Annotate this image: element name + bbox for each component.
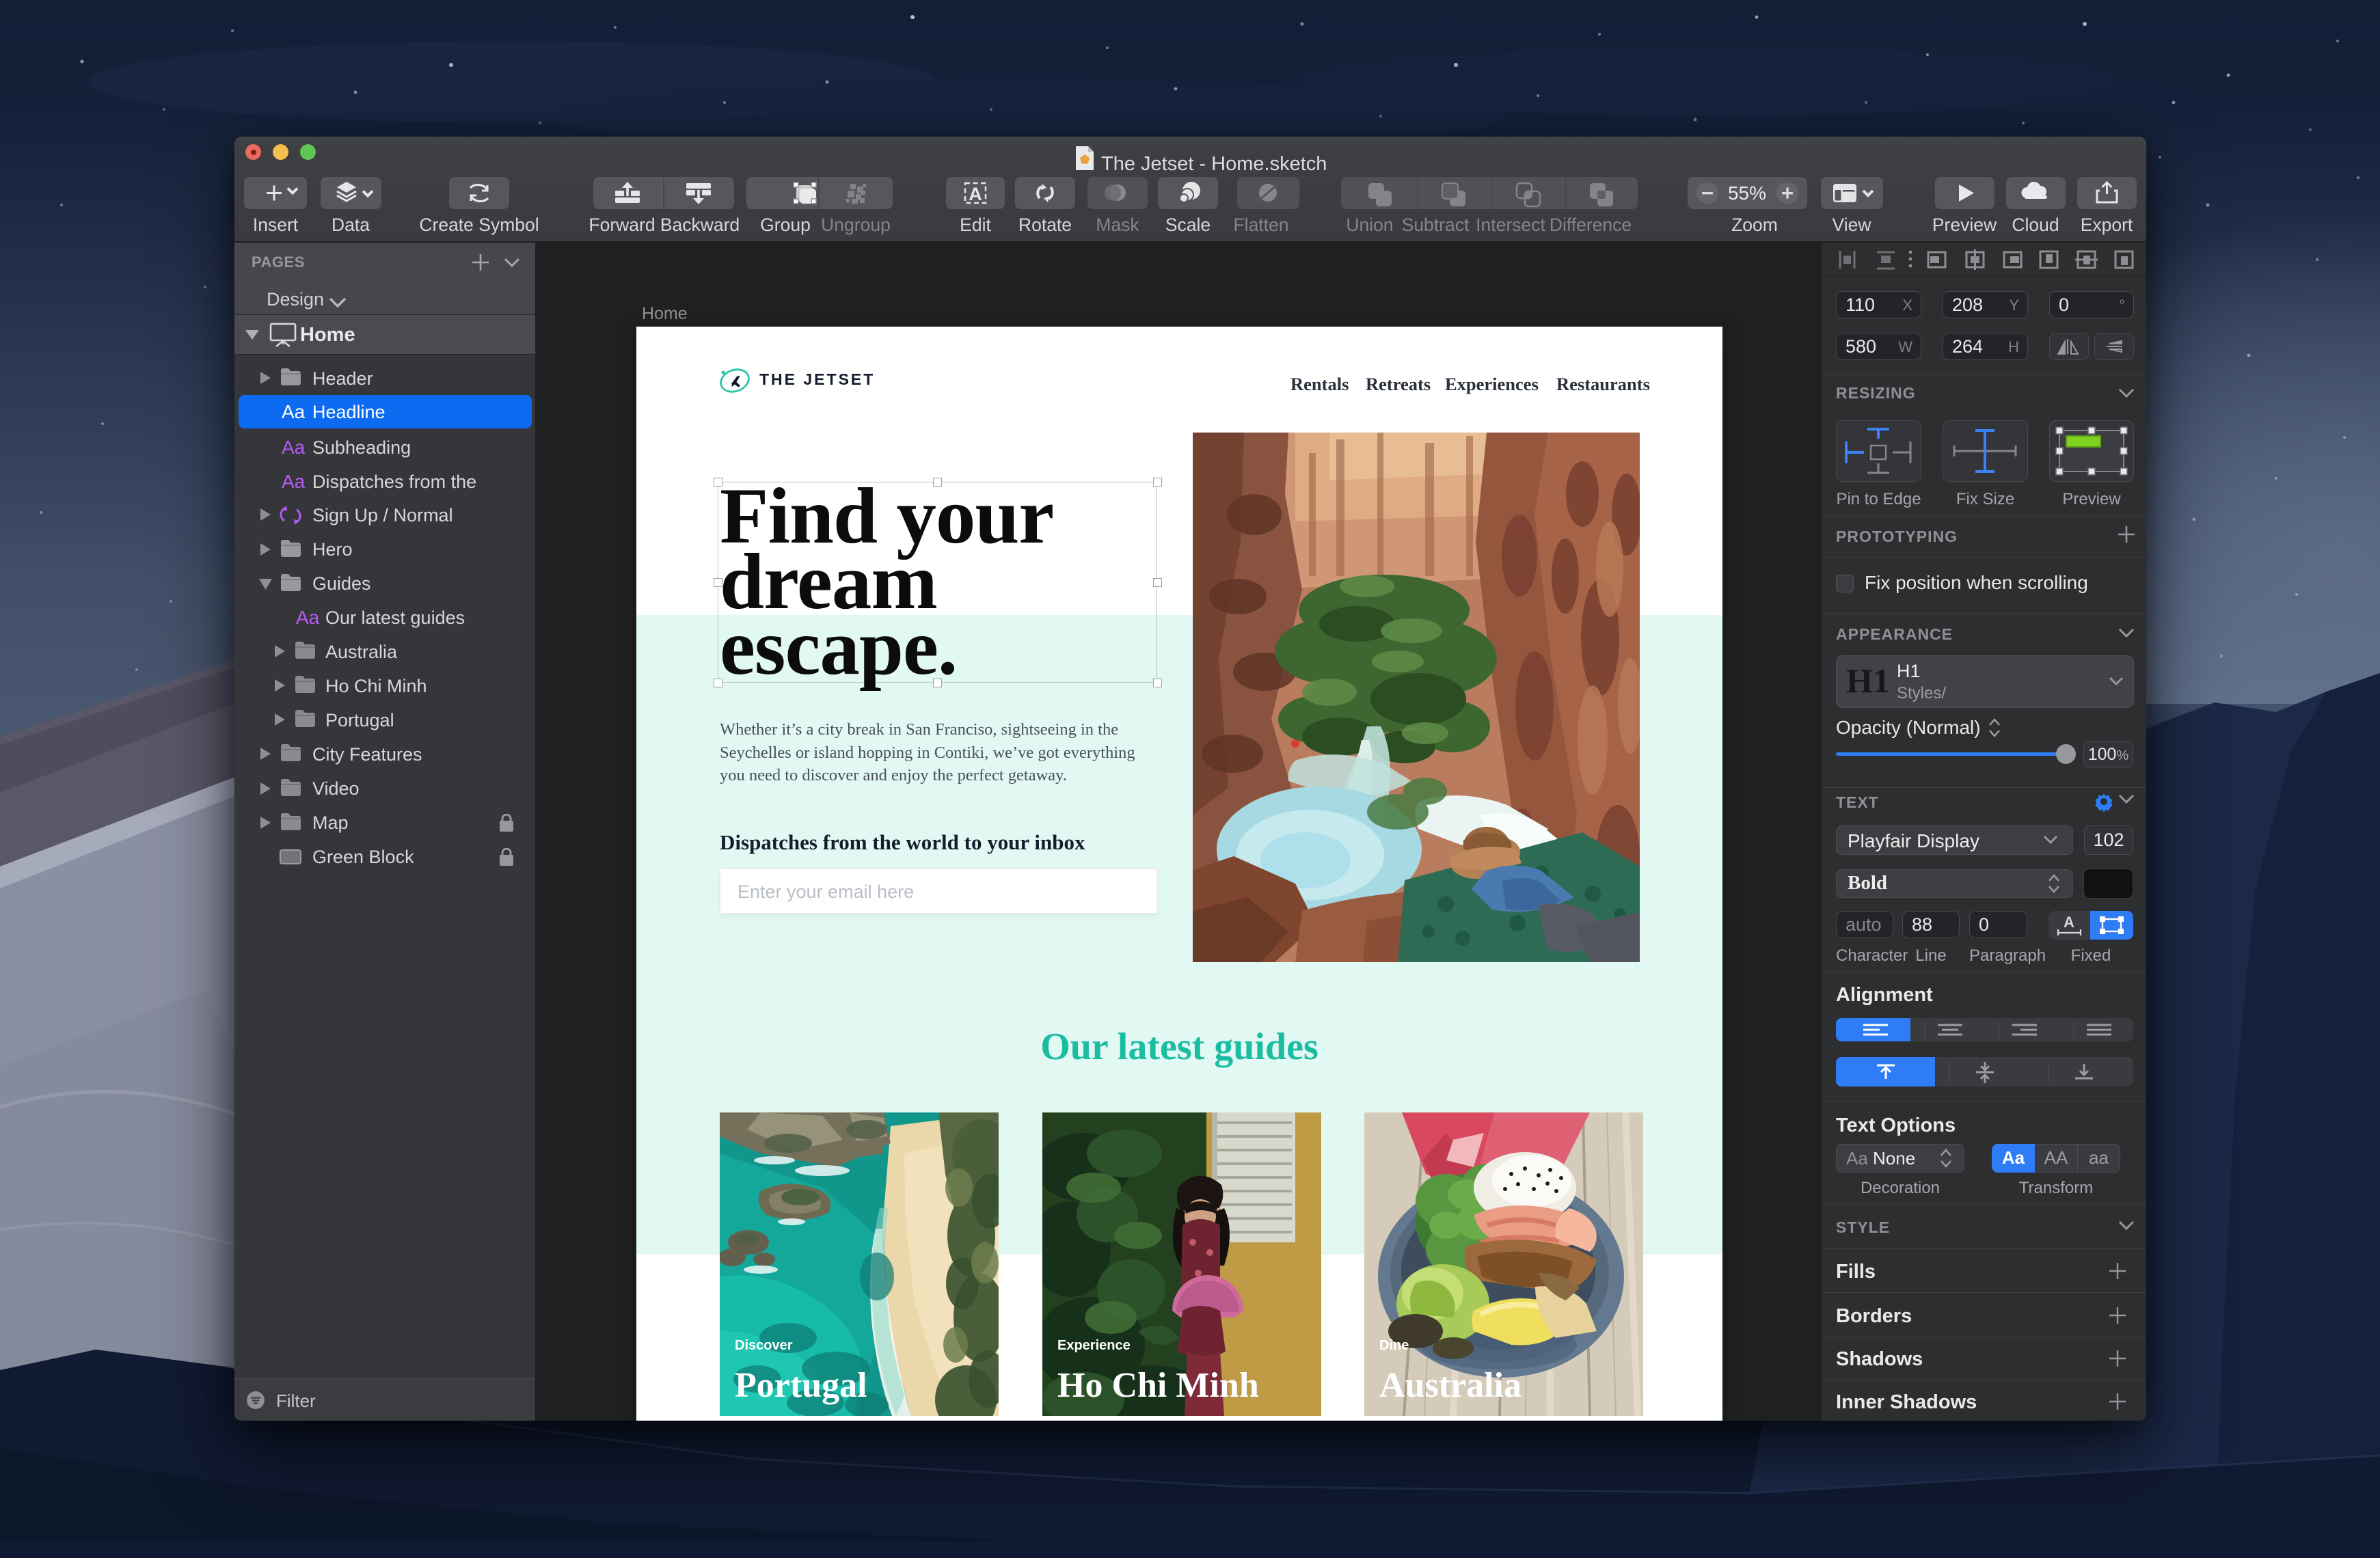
svg-text:55%: 55% (1728, 182, 1766, 204)
svg-text:A: A (2064, 914, 2074, 931)
svg-text:A: A (969, 184, 982, 204)
